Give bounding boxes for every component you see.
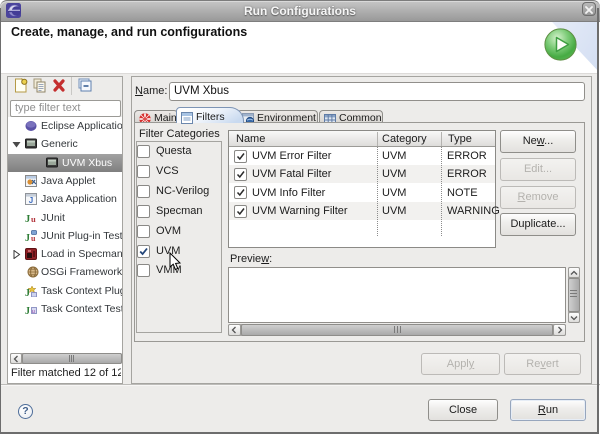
- svg-text:J: J: [25, 214, 30, 224]
- svg-text:u: u: [32, 309, 35, 315]
- svg-text:u: u: [31, 234, 36, 242]
- svg-text:J: J: [25, 233, 30, 242]
- svg-text:u: u: [31, 214, 36, 224]
- svg-text:J: J: [29, 196, 33, 205]
- svg-text:J: J: [25, 306, 30, 315]
